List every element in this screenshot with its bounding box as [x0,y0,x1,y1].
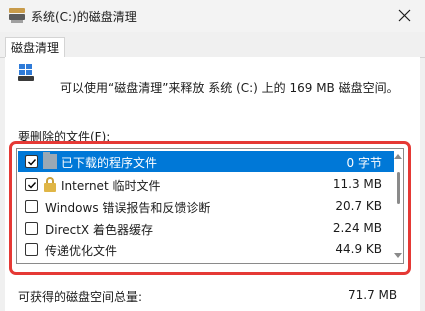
file-name: DirectX 着色器缓存 [45,223,153,237]
total-space-label: 可获得的磁盘空间总量: [18,290,143,304]
vertical-scrollbar[interactable] [394,150,402,262]
checkbox[interactable] [25,243,38,256]
list-item[interactable]: DirectX 着色器缓存 2.24 MB [18,218,394,239]
lock-icon [43,177,57,192]
files-list[interactable]: 已下载的程序文件 0 字节 Internet 临时文件 11.3 MB Wind… [16,148,404,264]
drive-icon [18,64,34,81]
file-size: 44.9 KB [335,242,382,256]
close-icon [398,9,411,22]
folder-icon [43,152,57,169]
tab-strip: 磁盘清理 [0,37,425,58]
window-title: 系统(C:)的磁盘清理 [31,10,137,24]
file-size: 11.3 MB [332,177,382,191]
file-name: Windows 错误报告和反馈诊断 [45,201,211,215]
list-item[interactable]: Internet 临时文件 11.3 MB [18,174,394,195]
list-item[interactable]: 传递优化文件 44.9 KB [18,239,394,260]
title-bar: 系统(C:)的磁盘清理 [0,0,425,32]
total-space-value: 71.7 MB [348,288,398,302]
checkbox[interactable] [25,155,38,168]
scroll-thumb[interactable] [397,172,400,204]
tab-disk-cleanup[interactable]: 磁盘清理 [5,37,65,58]
file-size: 2.24 MB [332,221,382,235]
checkbox[interactable] [25,178,38,191]
file-name: Internet 临时文件 [61,179,161,193]
close-button[interactable] [385,0,425,32]
file-name: 传递优化文件 [45,244,118,258]
scroll-down-arrow-icon[interactable] [394,253,402,259]
checkbox[interactable] [25,222,38,235]
file-size: 0 字节 [346,156,382,170]
scroll-up-arrow-icon[interactable] [394,153,402,159]
disk-cleanup-app-icon [9,8,25,23]
list-item[interactable]: Windows 错误报告和反馈诊断 20.7 KB [18,196,394,217]
checkbox[interactable] [25,200,38,213]
info-text: 可以使用“磁盘清理”来释放 系统 (C:) 上的 169 MB 磁盘空间。 [60,81,399,95]
file-size: 20.7 KB [335,199,382,213]
file-name: 已下载的程序文件 [61,156,158,170]
checkmark-icon [28,182,37,189]
list-item[interactable]: 已下载的程序文件 0 字节 [18,151,394,172]
checkmark-icon [28,159,37,166]
